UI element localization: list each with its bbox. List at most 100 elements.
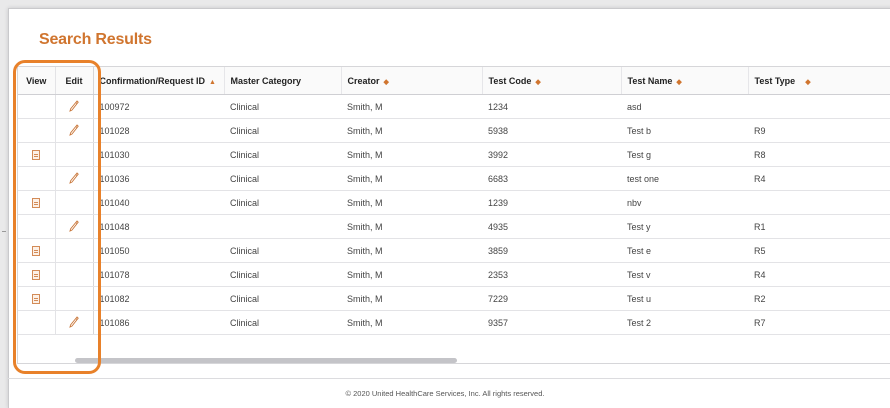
test-type-cell: R9 [748, 118, 890, 143]
column-header-test-type[interactable]: Test Type ◆ [748, 67, 890, 95]
test-name-cell: Test 2 [621, 310, 748, 335]
creator-cell: Smith, M [341, 262, 482, 287]
confirmation-id-cell: 101040 [93, 190, 224, 215]
test-type-cell: R5 [748, 238, 890, 263]
table-row: 101050 Clinical Smith, M 3859 Test e R5 [18, 238, 890, 263]
edit-cell [55, 310, 94, 335]
test-name-cell: asd [621, 94, 748, 119]
master-category-cell: Clinical [224, 118, 341, 143]
master-category-cell: Clinical [224, 238, 341, 263]
view-cell [18, 94, 56, 119]
view-cell [18, 262, 56, 287]
edit-cell [55, 262, 94, 287]
master-category-cell: Clinical [224, 142, 341, 167]
edit-pencil-icon[interactable] [69, 99, 79, 114]
table-row: 101048 Smith, M 4935 Test y R1 [18, 214, 890, 239]
creator-cell: Smith, M [341, 238, 482, 263]
test-type-cell: R7 [748, 310, 890, 335]
creator-cell: Smith, M [341, 118, 482, 143]
column-header-test-name[interactable]: Test Name ◆ [621, 67, 749, 95]
creator-cell: Smith, M [341, 214, 482, 239]
test-name-cell: nbv [621, 190, 748, 215]
sort-icon[interactable]: ◆ [535, 79, 540, 86]
view-document-icon[interactable] [32, 197, 41, 208]
view-document-icon[interactable] [32, 149, 41, 160]
column-header-creator[interactable]: Creator ◆ [341, 67, 483, 95]
test-name-cell: Test u [621, 286, 748, 311]
footer-divider [8, 378, 890, 379]
confirmation-id-cell: 101086 [93, 310, 224, 335]
confirmation-id-cell: 101082 [93, 286, 224, 311]
table-row: 101086 Clinical Smith, M 9357 Test 2 R7 [18, 310, 890, 335]
creator-cell: Smith, M [341, 94, 482, 119]
test-code-cell: 7229 [482, 286, 621, 311]
test-type-cell: R2 [748, 286, 890, 311]
creator-cell: Smith, M [341, 142, 482, 167]
view-cell [18, 118, 56, 143]
test-code-cell: 3859 [482, 238, 621, 263]
view-cell [18, 238, 56, 263]
edit-cell [55, 286, 94, 311]
column-header-view: View [18, 67, 56, 95]
column-header-confirmation-id[interactable]: Confirmation/Request ID ▲ [93, 67, 225, 95]
table-row: 101082 Clinical Smith, M 7229 Test u R2 [18, 286, 890, 311]
horizontal-scrollbar[interactable] [75, 358, 457, 363]
test-code-cell: 6683 [482, 166, 621, 191]
column-header-edit: Edit [55, 67, 94, 95]
master-category-cell: Clinical [224, 286, 341, 311]
edit-pencil-icon[interactable] [69, 315, 79, 330]
master-category-cell: Clinical [224, 262, 341, 287]
view-cell [18, 214, 56, 239]
master-category-cell: Clinical [224, 190, 341, 215]
view-cell [18, 190, 56, 215]
sort-asc-icon[interactable]: ▲ [209, 79, 216, 86]
test-type-cell [748, 190, 890, 215]
master-category-cell: Clinical [224, 94, 341, 119]
view-document-icon[interactable] [32, 269, 41, 280]
confirmation-id-cell: 101036 [93, 166, 224, 191]
view-cell [18, 286, 56, 311]
table-row: 101028 Clinical Smith, M 5938 Test b R9 [18, 118, 890, 143]
confirmation-id-cell: 101028 [93, 118, 224, 143]
test-type-cell: R4 [748, 166, 890, 191]
column-header-master-category: Master Category [224, 67, 342, 95]
edit-cell [55, 214, 94, 239]
test-name-cell: Test b [621, 118, 748, 143]
edit-pencil-icon[interactable] [69, 123, 79, 138]
edit-pencil-icon[interactable] [69, 219, 79, 234]
edit-cell [55, 166, 94, 191]
edit-cell [55, 118, 94, 143]
test-name-cell: Test e [621, 238, 748, 263]
column-header-test-code[interactable]: Test Code ◆ [482, 67, 622, 95]
test-name-cell: Test g [621, 142, 748, 167]
confirmation-id-cell: 101050 [93, 238, 224, 263]
table-row: 101030 Clinical Smith, M 3992 Test g R8 [18, 142, 890, 167]
master-category-cell: Clinical [224, 310, 341, 335]
edit-cell [55, 142, 94, 167]
table-row: 101078 Clinical Smith, M 2353 Test v R4 [18, 262, 890, 287]
test-code-cell: 1239 [482, 190, 621, 215]
table-row: 101036 Clinical Smith, M 6683 test one R4 [18, 166, 890, 191]
view-cell [18, 142, 56, 167]
view-document-icon[interactable] [32, 245, 41, 256]
table-row: 101040 Clinical Smith, M 1239 nbv [18, 190, 890, 215]
view-document-icon[interactable] [32, 293, 41, 304]
sort-icon[interactable]: ◆ [805, 79, 810, 86]
test-code-cell: 9357 [482, 310, 621, 335]
test-type-cell: R8 [748, 142, 890, 167]
test-code-cell: 2353 [482, 262, 621, 287]
edit-pencil-icon[interactable] [69, 171, 79, 186]
confirmation-id-cell: 101030 [93, 142, 224, 167]
creator-cell: Smith, M [341, 310, 482, 335]
search-results-table: View Edit Confirmation/Request ID ▲ Maste… [17, 66, 890, 364]
table-row: 100972 Clinical Smith, M 1234 asd [18, 94, 890, 119]
edit-cell [55, 238, 94, 263]
sort-icon[interactable]: ◆ [676, 79, 681, 86]
sort-icon[interactable]: ◆ [384, 79, 389, 86]
page-title: Search Results [39, 31, 152, 48]
copyright-footer: © 2020 United HealthCare Services, Inc. … [345, 389, 545, 398]
test-code-cell: 5938 [482, 118, 621, 143]
test-name-cell: test one [621, 166, 748, 191]
creator-cell: Smith, M [341, 190, 482, 215]
master-category-cell [224, 214, 341, 239]
